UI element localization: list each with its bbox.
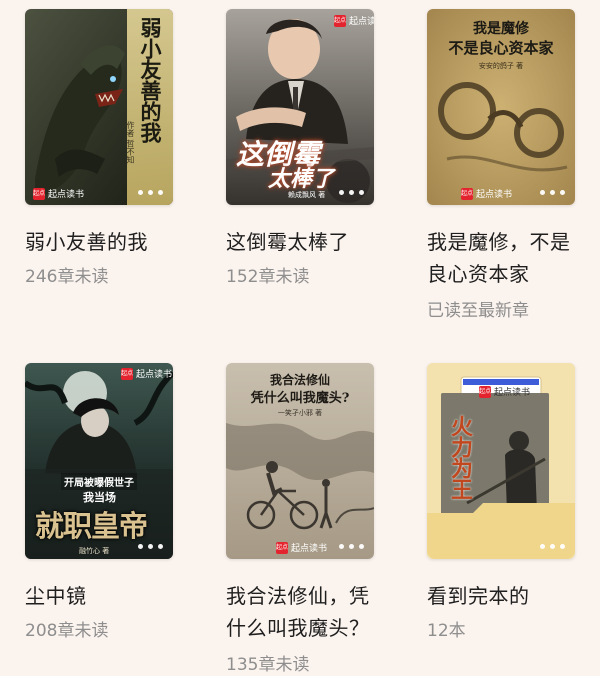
read-status: 已读至最新章 xyxy=(427,301,529,321)
book-title[interactable]: 这倒霉太棒了 xyxy=(226,226,376,258)
read-status: 152章未读 xyxy=(226,267,310,287)
cover-title-vertical: 弱小友善的我 xyxy=(138,17,163,143)
book-title[interactable]: 尘中镜 xyxy=(25,580,175,612)
cover-author: 融竹心 著 xyxy=(79,547,110,555)
cover-title-line1: 我合法修仙 xyxy=(269,373,330,387)
cover-title-line2: 不是良心资本家 xyxy=(448,39,554,57)
read-status: 208章未读 xyxy=(25,621,109,641)
book-title[interactable]: 我合法修仙，凭什么叫我魔头？ xyxy=(226,580,374,644)
publisher-badge: 起点 起点读书 xyxy=(276,541,328,554)
qidian-logo-icon: 起点 xyxy=(334,14,346,27)
cover-tagline: 开局被曝假世子 xyxy=(61,473,137,490)
more-dots-icon[interactable] xyxy=(540,544,565,549)
qidian-logo-icon: 起点 xyxy=(479,385,491,398)
cover-title-line2: 凭什么叫我魔头? xyxy=(250,391,350,406)
cover-title-art-2: 太棒了 xyxy=(268,166,335,192)
more-dots-icon[interactable] xyxy=(339,544,364,549)
more-dots-icon[interactable] xyxy=(138,544,163,549)
qidian-logo-icon: 起点 xyxy=(33,187,45,200)
more-dots-icon[interactable] xyxy=(540,190,565,195)
publisher-badge: 起点 起点读书 xyxy=(479,385,531,398)
read-status: 135章未读 xyxy=(226,655,310,675)
folder-cover[interactable]: 火力为王 起点 起点读书 xyxy=(427,363,575,559)
book-title[interactable]: 弱小友善的我 xyxy=(25,226,175,258)
cover-title-art: 就职皇帝 xyxy=(35,509,148,543)
publisher-badge: 起点 起点读书 xyxy=(121,367,173,380)
cover-author: 安安的鸽子 著 xyxy=(478,62,524,70)
more-dots-icon[interactable] xyxy=(138,190,163,195)
book-title[interactable]: 我是魔修，不是良心资本家 xyxy=(427,226,577,290)
book-cover-4[interactable]: 开局被曝假世子 我当场 就职皇帝 融竹心 著 起点 起点读书 xyxy=(25,363,173,559)
qidian-logo-icon: 起点 xyxy=(276,541,288,554)
publisher-badge: 起点 起点读书 xyxy=(334,14,374,27)
read-status: 246章未读 xyxy=(25,267,109,287)
cover-author: 一笑孑小邪 著 xyxy=(277,409,323,417)
publisher-badge: 起点 起点读书 xyxy=(33,187,85,200)
book-cover-5[interactable]: 我合法修仙 凭什么叫我魔头? 一笑孑小邪 著 起点 起点读书 xyxy=(226,363,374,559)
qidian-logo-icon: 起点 xyxy=(121,367,133,380)
cover-title-line1: 我是魔修 xyxy=(473,21,529,37)
book-cover-1[interactable]: 弱小友善的我 作者 哲不知 起点 起点读书 xyxy=(25,9,173,205)
qidian-logo-icon: 起点 xyxy=(461,187,473,200)
book-cover-3[interactable]: 我是魔修 不是良心资本家 安安的鸽子 著 起点 起点读书 xyxy=(427,9,575,205)
folder-count: 12本 xyxy=(427,621,466,641)
more-dots-icon[interactable] xyxy=(339,190,364,195)
book-cover-2[interactable]: 这倒霉 太棒了 赖成飘风 著 起点 起点读书 xyxy=(226,9,374,205)
cover-author: 作者 哲不知 xyxy=(126,121,135,164)
folder-title[interactable]: 看到完本的 xyxy=(427,580,577,612)
cover-title-art: 火力为王 xyxy=(447,415,473,499)
cover-author: 赖成飘风 著 xyxy=(288,191,326,199)
publisher-badge: 起点 起点读书 xyxy=(461,187,513,200)
